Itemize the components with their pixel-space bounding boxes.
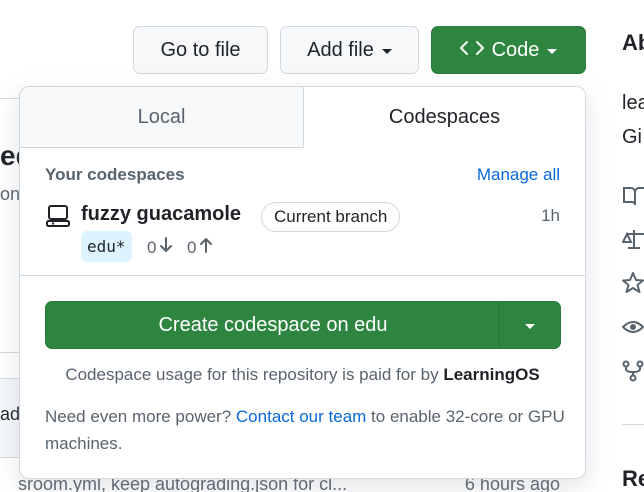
scale-icon[interactable] [622, 228, 644, 250]
tab-codespaces[interactable]: Codespaces [304, 87, 585, 148]
sidebar-divider [622, 424, 644, 425]
go-to-file-label: Go to file [160, 38, 241, 61]
releases-heading: Re [622, 466, 644, 491]
commits-behind: 0 [147, 236, 174, 259]
codespace-branch: edu* [81, 231, 132, 262]
about-description-line2: Gi [622, 126, 642, 148]
about-heading: About [622, 30, 644, 55]
chevron-down-icon [547, 48, 558, 54]
book-icon[interactable] [622, 185, 644, 207]
file-list-header-fragment: ad [0, 404, 20, 424]
usage-org: LearningOS [443, 365, 540, 384]
your-codespaces-heading: Your codespaces [45, 165, 185, 184]
tab-local[interactable]: Local [20, 87, 304, 148]
power-note: Need even more power? Contact our team t… [45, 403, 565, 457]
add-file-label: Add file [307, 38, 374, 61]
commits-ahead-count: 0 [187, 237, 197, 257]
about-description-line1: lea [622, 92, 644, 114]
repo-subtitle-fragment: on, [0, 184, 20, 204]
create-codespace-button-group: Create codespace on edu [45, 301, 561, 349]
section-divider [20, 275, 585, 276]
fork-icon[interactable] [622, 360, 644, 382]
star-icon[interactable] [622, 272, 644, 294]
chevron-down-icon [525, 323, 535, 329]
contact-team-link[interactable]: Contact our team [236, 407, 366, 426]
codespace-name[interactable]: fuzzy guacamole [81, 203, 241, 226]
usage-note: Codespace usage for this repository is p… [20, 365, 585, 385]
create-codespace-button[interactable]: Create codespace on edu [46, 302, 500, 348]
commits-ahead: 0 [187, 236, 214, 259]
code-icon [459, 39, 484, 62]
usage-prefix: Codespace usage for this repository is p… [65, 365, 439, 384]
power-prefix: Need even more power? [45, 407, 232, 426]
current-branch-badge: Current branch [261, 202, 401, 232]
go-to-file-button[interactable]: Go to file [133, 26, 268, 74]
code-label: Code [491, 38, 540, 61]
code-button[interactable]: Code [431, 26, 586, 74]
commits-behind-count: 0 [147, 237, 157, 257]
chevron-down-icon [381, 48, 392, 54]
create-options-button[interactable] [500, 302, 560, 348]
repo-heading-fragment: ed [0, 140, 20, 171]
file-list-divider [0, 352, 20, 353]
dropdown-tabs: Local Codespaces [20, 87, 585, 148]
codespace-icon [45, 203, 71, 229]
eye-icon[interactable] [622, 316, 644, 338]
arrow-up-icon [198, 236, 214, 259]
codespace-age: 1h [541, 206, 560, 225]
arrow-down-icon [158, 236, 174, 259]
add-file-button[interactable]: Add file [280, 26, 419, 74]
manage-all-link[interactable]: Manage all [477, 165, 560, 185]
code-dropdown-panel: Local Codespaces Your codespaces Manage … [19, 86, 586, 479]
